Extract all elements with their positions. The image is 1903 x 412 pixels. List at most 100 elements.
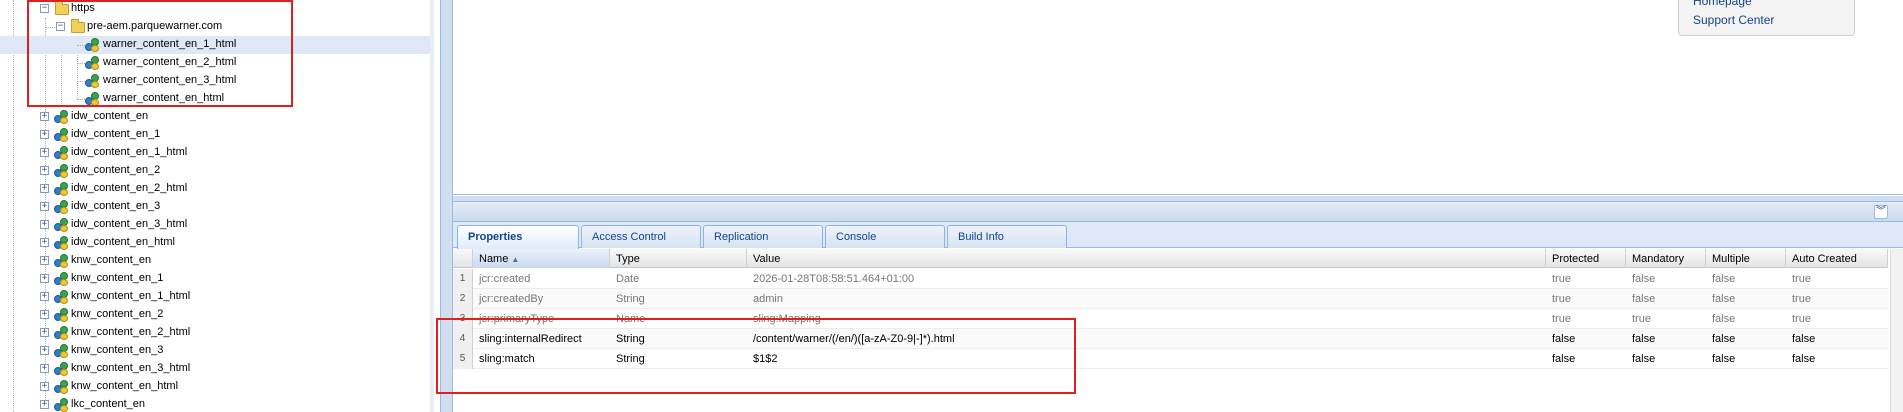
- mapping-node-icon: [53, 272, 69, 286]
- cell-auto-created: false: [1792, 353, 1816, 365]
- tree-node-label: idw_content_en_html: [71, 236, 175, 248]
- expand-toggle-icon[interactable]: +: [40, 292, 49, 301]
- cell-value: 2026-01-28T08:58:51.464+01:00: [753, 273, 915, 285]
- tree-node-label: idw_content_en_1_html: [71, 146, 188, 158]
- cell-mandatory: false: [1632, 293, 1656, 305]
- cell-value: admin: [753, 293, 783, 305]
- grid-scrollbar[interactable]: [1890, 249, 1903, 412]
- mapping-node-icon: [53, 236, 69, 250]
- tree-node-knw-content-en-1-html[interactable]: + knw_content_en_1_html: [0, 288, 430, 306]
- column-header-mandatory[interactable]: Mandatory: [1626, 249, 1706, 268]
- tree-node-idw-content-en-2[interactable]: + idw_content_en_2: [0, 162, 430, 180]
- tree-node-label: knw_content_en_3: [71, 344, 164, 356]
- cell-name: jcr:created: [479, 273, 531, 285]
- tree-node-label: knw_content_en_1_html: [71, 290, 191, 302]
- cell-protected: true: [1552, 273, 1571, 285]
- mapping-node-icon: [53, 128, 69, 142]
- tree-node-label: idw_content_en_1: [71, 128, 161, 140]
- expand-toggle-icon[interactable]: +: [40, 364, 49, 373]
- tree-node-label: idw_content_en_2_html: [71, 182, 188, 194]
- cell-protected: true: [1552, 293, 1571, 305]
- tree-node-label: idw_content_en_3: [71, 200, 161, 212]
- cell-type: Date: [616, 273, 640, 285]
- column-header-multiple[interactable]: Multiple: [1706, 249, 1786, 268]
- tree-node-label: lkc_content_en: [71, 398, 145, 410]
- tree-node-label: knw_content_en: [71, 254, 152, 266]
- tree-node-knw-content-en-2[interactable]: + knw_content_en_2: [0, 306, 430, 324]
- expand-toggle-icon[interactable]: +: [40, 382, 49, 391]
- tree-node-idw-content-en-3[interactable]: + idw_content_en_3: [0, 198, 430, 216]
- collapse-chevron-icon[interactable]: ︾: [1874, 205, 1888, 219]
- tree-node-idw-content-en-3-html[interactable]: + idw_content_en_3_html: [0, 216, 430, 234]
- expand-toggle-icon[interactable]: +: [40, 238, 49, 247]
- tree-node-knw-content-en[interactable]: + knw_content_en: [0, 252, 430, 270]
- side-links-panel: Homepage Support Center: [1678, 0, 1855, 36]
- column-header-auto-created[interactable]: Auto Created: [1786, 249, 1888, 268]
- mapping-node-icon: [53, 182, 69, 196]
- tree-node-knw-content-en-1[interactable]: + knw_content_en_1: [0, 270, 430, 288]
- mapping-node-icon: [53, 326, 69, 340]
- expand-toggle-icon[interactable]: +: [40, 400, 49, 409]
- expand-toggle-icon[interactable]: +: [40, 130, 49, 139]
- expand-toggle-icon[interactable]: +: [40, 202, 49, 211]
- tree-node-label: idw_content_en_3_html: [71, 218, 188, 230]
- tree-node-knw-content-en-3[interactable]: + knw_content_en_3: [0, 342, 430, 360]
- expand-toggle-icon[interactable]: +: [40, 112, 49, 121]
- tree-node-knw-content-en-3-html[interactable]: + knw_content_en_3_html: [0, 360, 430, 378]
- tab-replication[interactable]: Replication: [703, 225, 823, 248]
- tab-build-info[interactable]: Build Info: [947, 225, 1067, 248]
- support-center-link[interactable]: Support Center: [1693, 13, 1774, 27]
- column-header-type[interactable]: Type: [610, 249, 747, 268]
- tree-node-knw-content-en-html[interactable]: + knw_content_en_html: [0, 378, 430, 396]
- tree-node-idw-content-en-1[interactable]: + idw_content_en_1: [0, 126, 430, 144]
- tree-node-idw-content-en-2-html[interactable]: + idw_content_en_2_html: [0, 180, 430, 198]
- tab-console[interactable]: Console: [825, 225, 945, 248]
- rownum-header: [453, 249, 473, 268]
- expand-toggle-icon[interactable]: +: [40, 274, 49, 283]
- tree-scrollbar[interactable]: [430, 0, 434, 412]
- homepage-link[interactable]: Homepage: [1693, 0, 1752, 8]
- tree-node-idw-content-en-1-html[interactable]: + idw_content_en_1_html: [0, 144, 430, 162]
- expand-toggle-icon[interactable]: +: [40, 148, 49, 157]
- cell-mandatory: false: [1632, 273, 1656, 285]
- expand-toggle-icon[interactable]: +: [40, 310, 49, 319]
- panel-header: ︾: [453, 201, 1903, 222]
- tree-node-label: knw_content_en_3_html: [71, 362, 191, 374]
- expand-toggle-icon[interactable]: +: [40, 166, 49, 175]
- cell-type: String: [616, 293, 645, 305]
- tree-node-label: idw_content_en_2: [71, 164, 161, 176]
- mapping-node-icon: [53, 380, 69, 394]
- cell-multiple: false: [1712, 273, 1736, 285]
- cell-auto-created: false: [1792, 333, 1816, 345]
- expand-toggle-icon[interactable]: +: [40, 220, 49, 229]
- cell-mandatory: false: [1632, 333, 1656, 345]
- tree-node-label: knw_content_en_2: [71, 308, 164, 320]
- mapping-node-icon: [53, 308, 69, 322]
- row-number: 2: [453, 289, 473, 309]
- expand-toggle-icon[interactable]: +: [40, 184, 49, 193]
- expand-toggle-icon[interactable]: +: [40, 328, 49, 337]
- cell-multiple: false: [1712, 353, 1736, 365]
- cell-multiple: false: [1712, 313, 1736, 325]
- expand-toggle-icon[interactable]: +: [40, 256, 49, 265]
- tree-node-lkc-content-en[interactable]: + lkc_content_en: [0, 396, 430, 412]
- tree-node-idw-content-en[interactable]: + idw_content_en: [0, 108, 430, 126]
- table-row[interactable]: 1 jcr:created Date 2026-01-28T08:58:51.4…: [453, 269, 1888, 289]
- column-header-value[interactable]: Value: [747, 249, 1546, 268]
- cell-protected: false: [1552, 353, 1576, 365]
- tree-node-label: idw_content_en: [71, 110, 149, 122]
- cell-auto-created: true: [1792, 313, 1811, 325]
- tab-access-control[interactable]: Access Control: [581, 225, 701, 248]
- mapping-node-icon: [53, 200, 69, 214]
- table-row[interactable]: 2 jcr:createdBy String admin true false …: [453, 289, 1888, 309]
- tab-properties[interactable]: Properties: [457, 225, 579, 249]
- mapping-node-icon: [53, 344, 69, 358]
- column-header-name[interactable]: Name ▲: [473, 249, 610, 268]
- tree-node-knw-content-en-2-html[interactable]: + knw_content_en_2_html: [0, 324, 430, 342]
- cell-mandatory: false: [1632, 353, 1656, 365]
- column-header-protected[interactable]: Protected: [1546, 249, 1626, 268]
- tree-node-idw-content-en-html[interactable]: + idw_content_en_html: [0, 234, 430, 252]
- expand-toggle-icon[interactable]: +: [40, 346, 49, 355]
- mapping-node-icon: [53, 362, 69, 376]
- mapping-node-icon: [53, 290, 69, 304]
